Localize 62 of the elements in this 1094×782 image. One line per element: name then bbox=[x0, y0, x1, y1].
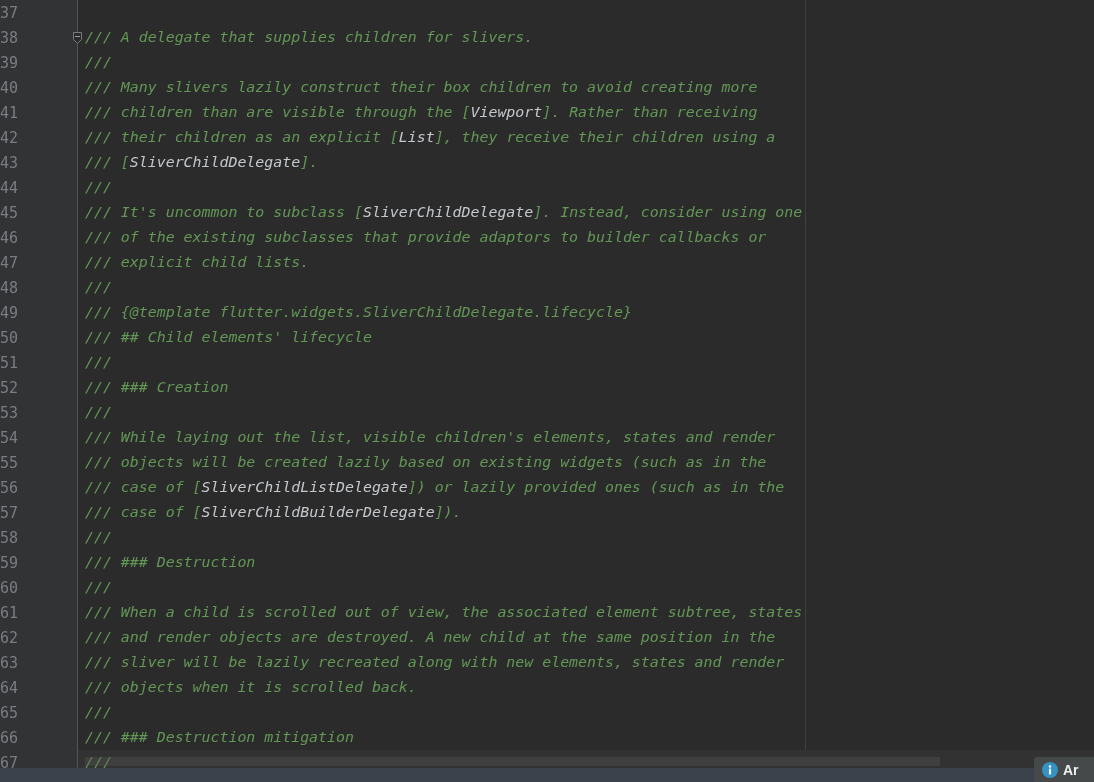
code-line: /// objects when it is scrolled back. bbox=[84, 677, 418, 698]
code-line: /// {@template flutter.widgets.SliverChildDelegate.lifecycle} bbox=[84, 302, 633, 323]
line-number: 50 bbox=[0, 328, 20, 347]
line-number: 40 bbox=[0, 78, 20, 97]
line-number: 54 bbox=[0, 428, 20, 447]
code-line: /// ## Child elements' lifecycle bbox=[84, 327, 373, 348]
code-line: /// bbox=[84, 177, 113, 198]
line-number: 57 bbox=[0, 503, 20, 522]
line-number: 46 bbox=[0, 228, 20, 247]
code-line: /// sliver will be lazily recreated along with new elements, states and render bbox=[84, 652, 786, 673]
line-number: 51 bbox=[0, 353, 20, 372]
code-line: /// their children as an explicit [List], they receive their children using a bbox=[84, 127, 777, 148]
line-number: 49 bbox=[0, 303, 20, 322]
code-line: /// bbox=[84, 577, 113, 598]
line-number: 67 bbox=[0, 753, 20, 768]
line-number: 53 bbox=[0, 403, 20, 422]
code-line: /// A delegate that supplies children for slivers. bbox=[84, 27, 535, 48]
line-number: 65 bbox=[0, 703, 20, 722]
code-line: /// [SliverChildDelegate]. bbox=[84, 152, 320, 173]
code-line: /// ### Creation bbox=[84, 377, 230, 398]
line-number: 38 bbox=[0, 28, 20, 47]
fold-icon[interactable] bbox=[73, 31, 82, 44]
code-line: /// ### Destruction mitigation bbox=[84, 727, 355, 748]
code-line: /// bbox=[84, 277, 113, 298]
code-line: /// case of [SliverChildListDelegate]) or lazily provided ones (such as in the bbox=[84, 477, 786, 498]
code-line: /// bbox=[84, 352, 113, 373]
line-number: 47 bbox=[0, 253, 20, 272]
code-line: /// explicit child lists. bbox=[84, 252, 311, 273]
code-line: /// case of [SliverChildBuilderDelegate]). bbox=[84, 502, 463, 523]
code-line: /// While laying out the list, visible children's elements, states and render bbox=[84, 427, 777, 448]
code-line: /// ### Destruction bbox=[84, 552, 257, 573]
line-number: 55 bbox=[0, 453, 20, 472]
line-number: 42 bbox=[0, 128, 20, 147]
line-number: 43 bbox=[0, 153, 20, 172]
code-line: /// bbox=[84, 402, 113, 423]
line-number: 60 bbox=[0, 578, 20, 597]
line-number: 64 bbox=[0, 678, 20, 697]
line-number: 44 bbox=[0, 178, 20, 197]
line-number: 39 bbox=[0, 53, 20, 72]
line-number: 45 bbox=[0, 203, 20, 222]
code-line: /// When a child is scrolled out of view, the associated element subtree, states bbox=[84, 602, 804, 623]
line-number: 62 bbox=[0, 628, 20, 647]
code-line: /// Many slivers lazily construct their box children to avoid creating more bbox=[84, 77, 759, 98]
line-number: 63 bbox=[0, 653, 20, 672]
line-number: 41 bbox=[0, 103, 20, 122]
line-number: 56 bbox=[0, 478, 20, 497]
line-number: 48 bbox=[0, 278, 20, 297]
code-line: /// bbox=[84, 52, 113, 73]
line-number: 58 bbox=[0, 528, 20, 547]
code-line: /// of the existing subclasses that provide adaptors to builder callbacks or bbox=[84, 227, 768, 248]
code-line: /// and render objects are destroyed. A new child at the same position in the bbox=[84, 627, 777, 648]
code-line: /// bbox=[84, 702, 113, 723]
line-number: 66 bbox=[0, 728, 20, 747]
code-line: /// bbox=[84, 527, 113, 548]
code-line: /// objects will be created lazily based on existing widgets (such as in the bbox=[84, 452, 768, 473]
line-number: 52 bbox=[0, 378, 20, 397]
line-number: 37 bbox=[0, 3, 20, 22]
line-number: 61 bbox=[0, 603, 20, 622]
code-line: /// It's uncommon to subclass [SliverChildDelegate]. Instead, consider using one bbox=[84, 202, 804, 223]
code-line: /// children than are visible through the [Viewport]. Rather than receiving bbox=[84, 102, 759, 123]
info-icon bbox=[1042, 761, 1058, 778]
line-number: 59 bbox=[0, 553, 20, 572]
